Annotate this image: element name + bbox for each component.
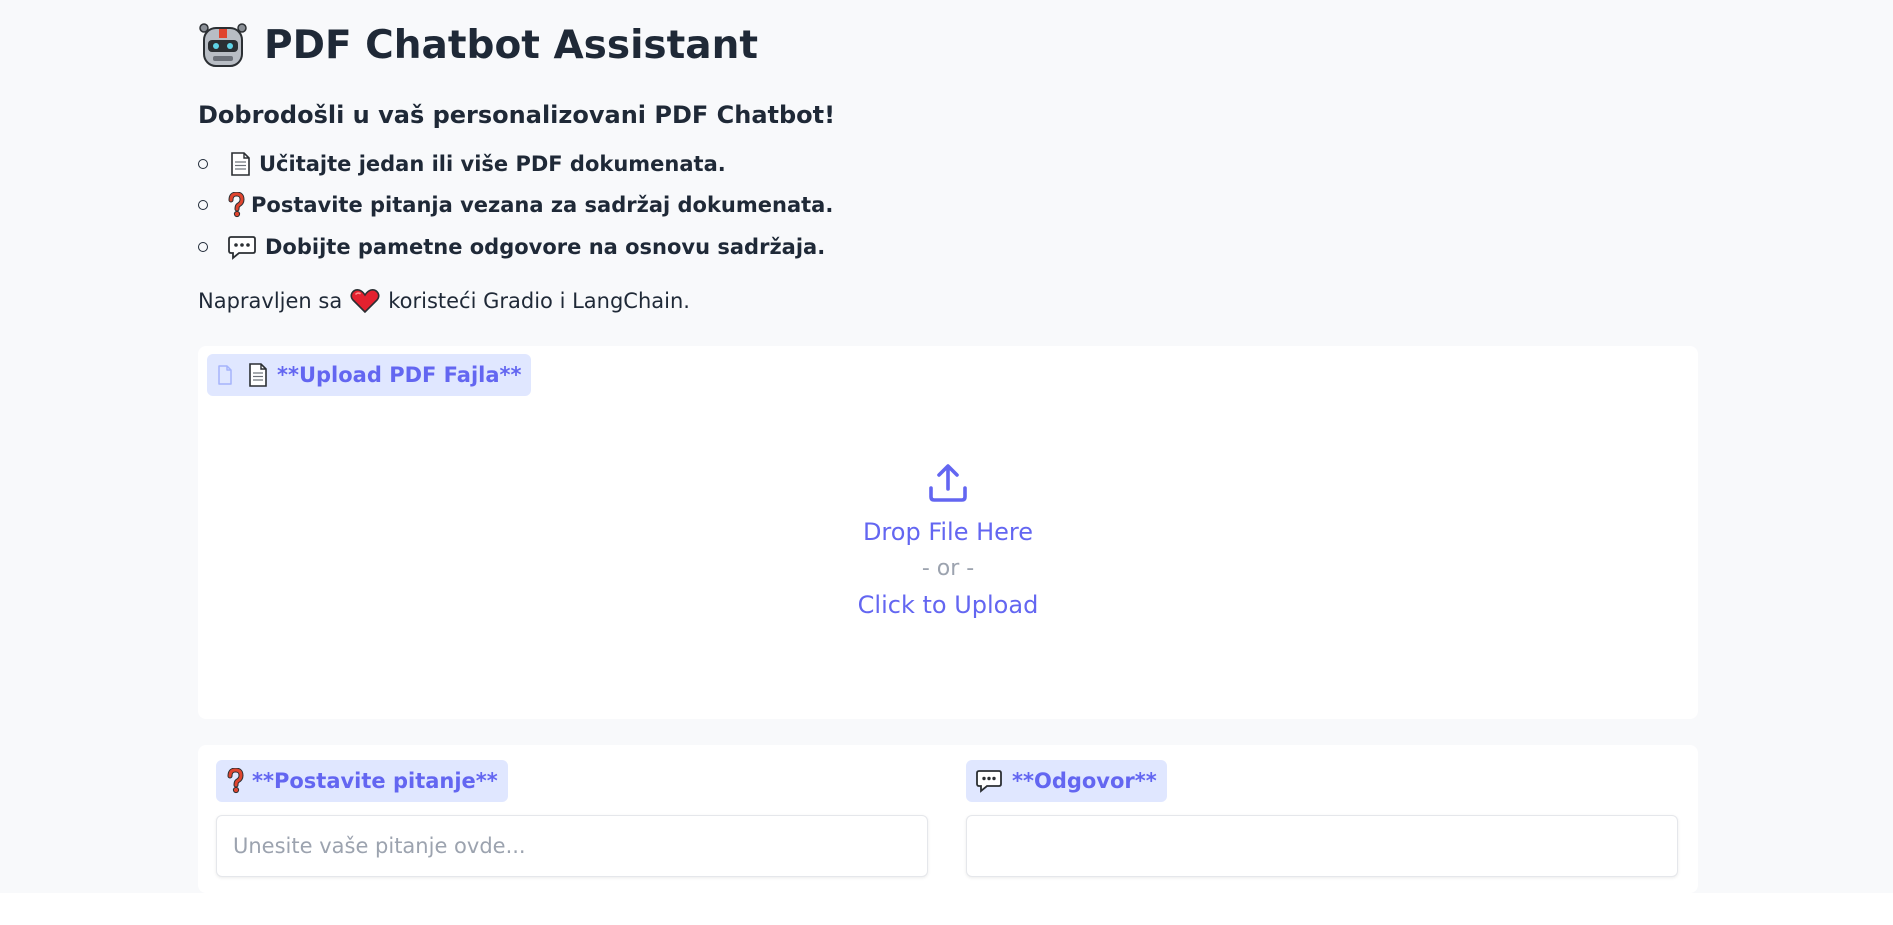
upload-icon	[929, 464, 967, 502]
question-mark-emoji-icon	[228, 192, 245, 218]
page-title-text: PDF Chatbot Assistant	[264, 22, 759, 68]
question-label-text: **Postavite pitanje**	[252, 769, 498, 793]
feature-text: Učitajte jedan ili više PDF dokumenata.	[259, 151, 726, 176]
welcome-heading: Dobrodošli u vaš personalizovani PDF Cha…	[198, 101, 836, 129]
heart-icon	[350, 289, 380, 314]
bullet-marker	[198, 241, 208, 252]
page-emoji-icon	[231, 151, 250, 176]
feature-text: Postavite pitanja vezana za sadržaj doku…	[251, 193, 834, 218]
list-item: Dobijte pametne odgovore na osnovu sadrž…	[198, 226, 833, 268]
question-input[interactable]	[216, 815, 928, 877]
list-item: Učitajte jedan ili više PDF dokumenata.	[198, 143, 833, 185]
list-item: Postavite pitanja vezana za sadržaj doku…	[198, 185, 833, 227]
file-drop-zone[interactable]: Drop File Here - or - Click to Upload	[198, 406, 1698, 706]
made-with-line: Napravljen sa koristeći Gradio i LangCha…	[198, 288, 690, 314]
page-title: PDF Chatbot Assistant	[198, 20, 758, 70]
drop-file-text: Drop File Here	[862, 518, 1034, 546]
page-emoji-icon	[249, 363, 267, 387]
speech-bubble-emoji-icon	[228, 235, 256, 260]
answer-output	[966, 815, 1678, 877]
feature-text: Dobijte pametne odgovore na osnovu sadrž…	[265, 234, 826, 259]
file-icon	[218, 365, 232, 385]
robot-icon	[199, 23, 247, 67]
qa-panel: **Postavite pitanje** **Odgovor**	[198, 745, 1698, 893]
bullet-marker	[198, 158, 208, 169]
question-mark-emoji-icon	[227, 768, 244, 794]
question-label: **Postavite pitanje**	[216, 760, 508, 802]
upload-label-text: **Upload PDF Fajla**	[277, 363, 522, 387]
feature-list: Učitajte jedan ili više PDF dokumenata. …	[198, 143, 833, 268]
answer-label-text: **Odgovor**	[1012, 769, 1157, 793]
upload-panel: **Upload PDF Fajla** Drop File Here - or…	[198, 346, 1698, 719]
speech-bubble-emoji-icon	[976, 770, 1002, 793]
bullet-marker	[198, 200, 208, 211]
made-with-suffix: koristeći Gradio i LangChain.	[388, 289, 690, 313]
answer-label: **Odgovor**	[966, 760, 1167, 802]
made-with-prefix: Napravljen sa	[198, 289, 343, 313]
or-separator: - or -	[921, 556, 975, 581]
upload-label: **Upload PDF Fajla**	[207, 354, 532, 396]
click-to-upload-text[interactable]: Click to Upload	[858, 590, 1039, 620]
